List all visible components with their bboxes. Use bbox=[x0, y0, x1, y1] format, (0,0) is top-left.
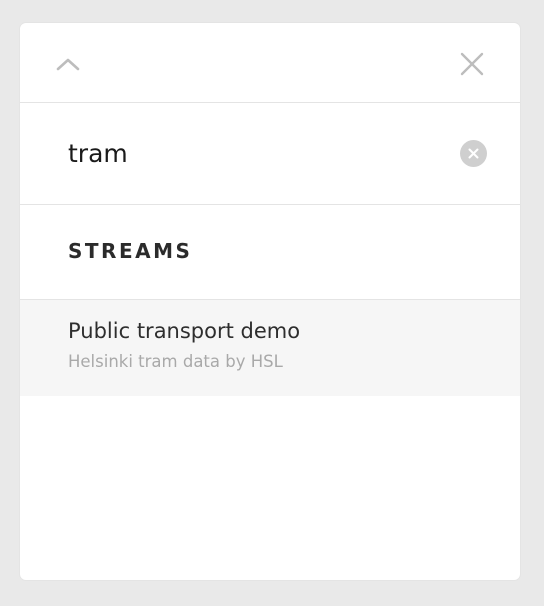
section-title: STREAMS bbox=[68, 239, 193, 263]
result-item[interactable]: Public transport demo Helsinki tram data… bbox=[20, 300, 520, 396]
chevron-up-icon bbox=[56, 58, 80, 71]
collapse-button[interactable] bbox=[48, 44, 88, 84]
close-icon bbox=[460, 52, 484, 76]
search-row bbox=[20, 103, 520, 205]
section-header: STREAMS bbox=[20, 205, 520, 300]
search-input[interactable] bbox=[68, 133, 438, 173]
search-panel: STREAMS Public transport demo Helsinki t… bbox=[20, 23, 520, 580]
clear-circle-icon bbox=[468, 148, 479, 159]
result-title: Public transport demo bbox=[68, 319, 301, 343]
close-button[interactable] bbox=[452, 44, 492, 84]
result-subtitle: Helsinki tram data by HSL bbox=[68, 352, 283, 371]
clear-search-button[interactable] bbox=[460, 140, 487, 167]
panel-header bbox=[20, 23, 520, 103]
